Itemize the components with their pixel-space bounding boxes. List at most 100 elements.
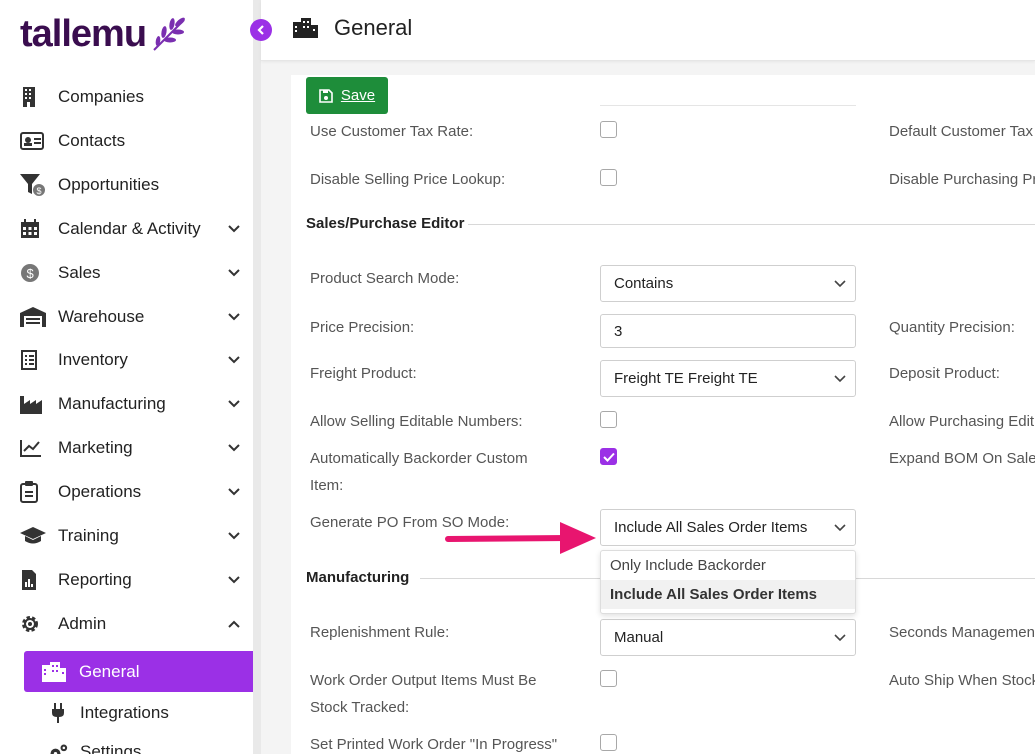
wo-output-label-line2: Stock Tracked: xyxy=(310,699,410,716)
sidebar-item-operations[interactable]: Operations xyxy=(20,477,242,507)
sidebar-item-companies[interactable]: Companies xyxy=(20,82,242,112)
chart-line-icon xyxy=(20,437,46,459)
section-divider xyxy=(468,224,1035,225)
chevron-left-icon xyxy=(257,25,264,35)
auto-backorder-checkbox[interactable] xyxy=(600,448,617,465)
sidebar-item-settings[interactable]: Settings xyxy=(48,738,141,754)
replenishment-rule-label: Replenishment Rule: xyxy=(310,624,450,641)
allow-selling-editable-numbers-label: Allow Selling Editable Numbers: xyxy=(310,413,523,430)
freight-product-select[interactable]: Freight TE Freight TE xyxy=(600,360,856,397)
sidebar-item-label: Operations xyxy=(58,482,142,501)
generate-po-mode-dropdown: Only Include Backorder Include All Sales… xyxy=(600,550,856,614)
page-header: General xyxy=(261,0,1035,61)
sidebar-item-label: Manufacturing xyxy=(58,394,166,413)
sidebar-item-label: Sales xyxy=(58,263,101,282)
seconds-management-label: Seconds Management xyxy=(889,624,1035,641)
sidebar-item-label: General xyxy=(79,661,140,681)
chevron-down-icon xyxy=(226,572,242,588)
sidebar-item-training[interactable]: Training xyxy=(20,521,242,551)
chevron-down-icon xyxy=(226,352,242,368)
check-icon xyxy=(602,452,615,462)
disable-purchasing-label: Disable Purchasing Pr xyxy=(889,171,1035,188)
sidebar-item-general[interactable]: General xyxy=(24,651,258,692)
product-search-mode-select[interactable]: Contains xyxy=(600,265,856,302)
section-title-sales-purchase: Sales/Purchase Editor xyxy=(306,215,465,232)
warehouse-icon xyxy=(20,306,46,328)
sidebar-item-label: Reporting xyxy=(58,570,132,589)
sidebar-item-reporting[interactable]: Reporting xyxy=(20,565,242,595)
building-icon xyxy=(42,661,68,682)
set-printed-wo-checkbox[interactable] xyxy=(600,734,617,751)
sidebar-item-opportunities[interactable]: $ Opportunities xyxy=(20,170,242,200)
previous-field-edge xyxy=(600,100,856,106)
leaf-icon xyxy=(153,17,185,51)
chevron-down-icon xyxy=(825,374,855,383)
auto-backorder-label-line1: Automatically Backorder Custom xyxy=(310,450,528,467)
floppy-disk-icon xyxy=(319,88,333,103)
contact-card-icon xyxy=(20,130,46,152)
section-title-manufacturing: Manufacturing xyxy=(306,569,410,586)
tallemu-logo[interactable]: tallemu xyxy=(20,12,190,56)
dollar-coin-icon: $ xyxy=(20,262,46,284)
sidebar-scrollbar[interactable] xyxy=(253,0,261,754)
sidebar-item-integrations[interactable]: Integrations xyxy=(48,699,169,727)
auto-ship-label: Auto Ship When Stock xyxy=(889,672,1035,689)
allow-purchasing-edit-label: Allow Purchasing Edit xyxy=(889,413,1035,430)
chevron-down-icon xyxy=(226,528,242,544)
wo-output-stock-tracked-checkbox[interactable] xyxy=(600,670,617,687)
gears-icon xyxy=(48,742,68,754)
save-button-label: Save xyxy=(340,87,376,104)
select-value: Manual xyxy=(614,629,664,646)
sidebar-item-inventory[interactable]: Inventory xyxy=(20,345,242,375)
chevron-up-icon xyxy=(226,616,242,632)
sidebar: tallemu Companies Contacts $ Opportuniti… xyxy=(0,0,258,754)
expand-bom-label: Expand BOM On Sale: xyxy=(889,450,1035,467)
sidebar-item-marketing[interactable]: Marketing xyxy=(20,433,242,463)
graduation-cap-icon xyxy=(20,525,46,547)
collapse-sidebar-button[interactable] xyxy=(250,19,272,41)
annotation-arrow xyxy=(445,522,596,554)
logo-text: tallemu xyxy=(20,12,147,55)
use-customer-tax-rate-label: Use Customer Tax Rate: xyxy=(310,123,474,140)
gear-icon xyxy=(20,613,46,635)
factory-icon xyxy=(20,393,46,415)
chevron-down-icon xyxy=(226,309,242,325)
svg-text:$: $ xyxy=(37,186,42,196)
report-chart-icon xyxy=(20,569,46,591)
sidebar-item-manufacturing[interactable]: Manufacturing xyxy=(20,389,242,419)
sidebar-item-admin[interactable]: Admin xyxy=(20,609,242,639)
generate-po-mode-select[interactable]: Include All Sales Order Items xyxy=(600,509,856,546)
sidebar-item-calendar-activity[interactable]: Calendar & Activity xyxy=(20,214,242,244)
default-customer-tax-label: Default Customer Tax xyxy=(889,123,1033,140)
chevron-down-icon xyxy=(226,396,242,412)
dropdown-option-include-all-sales-order-items[interactable]: Include All Sales Order Items xyxy=(601,580,855,609)
select-value: Freight TE Freight TE xyxy=(614,370,758,387)
quantity-precision-label: Quantity Precision: xyxy=(889,319,1015,336)
disable-selling-price-lookup-checkbox[interactable] xyxy=(600,169,617,186)
auto-backorder-label-line2: Item: xyxy=(310,477,344,494)
save-button[interactable]: Save xyxy=(306,77,388,114)
chevron-down-icon xyxy=(226,265,242,281)
chevron-down-icon xyxy=(825,523,855,532)
chevron-down-icon xyxy=(825,633,855,642)
dropdown-option-only-include-backorder[interactable]: Only Include Backorder xyxy=(601,551,855,580)
sidebar-item-contacts[interactable]: Contacts xyxy=(20,126,242,156)
sidebar-item-label: Integrations xyxy=(80,703,169,722)
clipboard-list-icon xyxy=(20,349,46,371)
sidebar-item-warehouse[interactable]: Warehouse xyxy=(20,302,242,332)
price-precision-label: Price Precision: xyxy=(310,319,415,336)
product-search-mode-label: Product Search Mode: xyxy=(310,270,460,287)
use-customer-tax-rate-checkbox[interactable] xyxy=(600,121,617,138)
sidebar-item-sales[interactable]: $ Sales xyxy=(20,258,242,288)
sidebar-item-label: Companies xyxy=(58,87,144,106)
price-precision-input[interactable] xyxy=(600,314,856,348)
building-icon xyxy=(293,18,319,43)
sidebar-item-label: Inventory xyxy=(58,350,128,369)
allow-selling-editable-numbers-checkbox[interactable] xyxy=(600,411,617,428)
replenishment-rule-select[interactable]: Manual xyxy=(600,619,856,656)
page-title: General xyxy=(334,15,413,40)
section-divider xyxy=(856,578,1035,579)
building-icon xyxy=(20,86,46,108)
sidebar-item-label: Admin xyxy=(58,614,107,633)
funnel-dollar-icon: $ xyxy=(20,174,46,196)
